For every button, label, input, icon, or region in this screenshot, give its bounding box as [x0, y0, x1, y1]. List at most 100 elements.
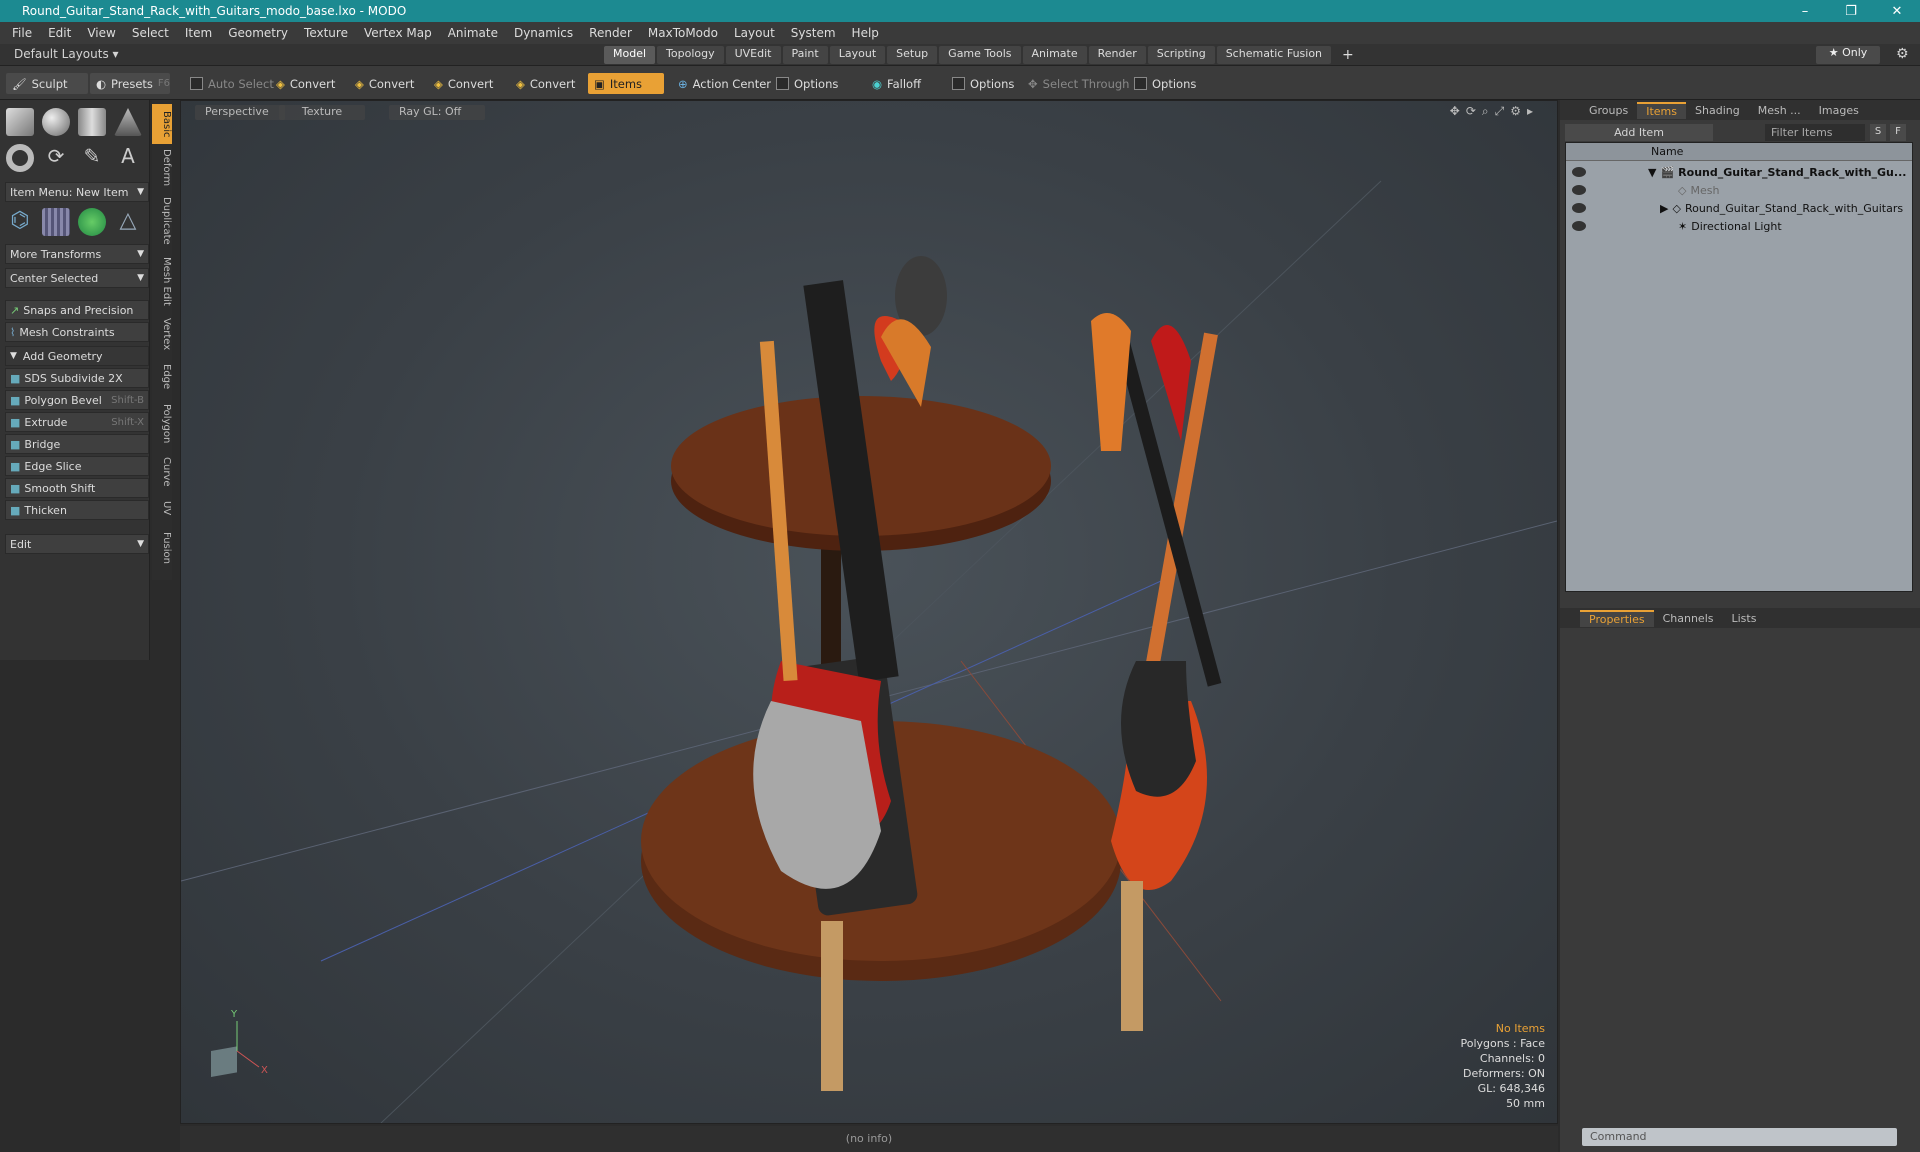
action-center-options-button[interactable]: Options: [770, 73, 844, 94]
tool-thicken[interactable]: ■ Thicken: [5, 500, 149, 520]
default-layouts-dropdown[interactable]: Default Layouts ▾: [14, 47, 119, 61]
cube-icon[interactable]: [6, 108, 34, 136]
expand-arrow-icon[interactable]: ▼: [1648, 166, 1656, 179]
capsule-icon[interactable]: ⟳: [42, 144, 70, 172]
eye-icon[interactable]: [1572, 203, 1586, 213]
tab-render[interactable]: Render: [1088, 46, 1146, 64]
tab-mesh[interactable]: Mesh ...: [1749, 103, 1810, 118]
menu-file[interactable]: File: [4, 26, 40, 40]
gear-icon[interactable]: ⚙: [1896, 46, 1909, 62]
pen-icon[interactable]: ✎: [78, 144, 106, 172]
mesh-constraints-button[interactable]: ⌇ Mesh Constraints: [5, 322, 149, 342]
add-item-dropdown[interactable]: Add Item: [1565, 124, 1713, 141]
menu-edit[interactable]: Edit: [40, 26, 79, 40]
list-item-guitar-rack[interactable]: ▶ ◇ Round_Guitar_Stand_Rack_with_Guitars: [1566, 199, 1912, 217]
tab-schematic-fusion[interactable]: Schematic Fusion: [1216, 46, 1332, 64]
items-mode-button[interactable]: ▣ Items: [588, 73, 664, 94]
vtab-edge[interactable]: Edge: [152, 360, 172, 394]
convert-items-button[interactable]: ◈ Convert: [510, 73, 581, 94]
sphere-icon[interactable]: [42, 108, 70, 136]
menu-dynamics[interactable]: Dynamics: [506, 26, 581, 40]
menu-geometry[interactable]: Geometry: [220, 26, 296, 40]
tab-uvedit[interactable]: UVEdit: [725, 46, 781, 64]
tab-animate[interactable]: Animate: [1022, 46, 1087, 64]
menu-help[interactable]: Help: [844, 26, 887, 40]
text-icon[interactable]: A: [114, 144, 142, 172]
tab-properties[interactable]: Properties: [1580, 609, 1654, 627]
menu-vertex-map[interactable]: Vertex Map: [356, 26, 440, 40]
menu-texture[interactable]: Texture: [296, 26, 356, 40]
list-item-mesh[interactable]: ◇ Mesh: [1566, 181, 1912, 199]
list-item-directional-light[interactable]: ✶ Directional Light: [1566, 217, 1912, 235]
filter-items-input[interactable]: Filter Items: [1765, 124, 1865, 141]
minimize-button[interactable]: –: [1782, 4, 1828, 19]
menu-select[interactable]: Select: [124, 26, 177, 40]
name-column-header[interactable]: Name: [1566, 143, 1912, 161]
filter-s-button[interactable]: S: [1870, 124, 1886, 141]
tab-items[interactable]: Items: [1637, 101, 1687, 119]
pyramid-icon[interactable]: △: [114, 208, 142, 236]
vtab-duplicate[interactable]: Duplicate: [152, 194, 172, 248]
vtab-uv[interactable]: UV: [152, 496, 172, 520]
tab-scripting[interactable]: Scripting: [1147, 46, 1215, 64]
list-item-scene[interactable]: ▼ 🎬 Round_Guitar_Stand_Rack_with_Gu...: [1566, 163, 1912, 181]
tab-lists[interactable]: Lists: [1723, 611, 1766, 626]
select-options-button[interactable]: Options: [1128, 73, 1202, 94]
vtab-mesh-edit[interactable]: Mesh Edit: [152, 254, 172, 308]
snaps-precision-button[interactable]: ↗ Snaps and Precision: [5, 300, 149, 320]
torus-icon[interactable]: [6, 144, 34, 172]
tool-smooth-shift[interactable]: ■ Smooth Shift: [5, 478, 149, 498]
tab-groups[interactable]: Groups: [1580, 103, 1637, 118]
tab-setup[interactable]: Setup: [887, 46, 938, 64]
action-center-button[interactable]: ⊕ Action Center: [672, 73, 777, 94]
center-selected-dropdown[interactable]: Center Selected ▼: [5, 268, 149, 288]
tool-sds-subdivide[interactable]: ■ SDS Subdivide 2X: [5, 368, 149, 388]
vtab-fusion[interactable]: Fusion: [152, 526, 172, 570]
auto-select-button[interactable]: Auto Select: [184, 73, 280, 94]
tab-paint[interactable]: Paint: [782, 46, 828, 64]
only-button[interactable]: ★ Only: [1816, 46, 1880, 64]
select-through-button[interactable]: ✥ Select Through: [1022, 73, 1135, 94]
menu-render[interactable]: Render: [581, 26, 640, 40]
tab-shading[interactable]: Shading: [1686, 103, 1749, 118]
vtab-basic[interactable]: Basic: [152, 104, 172, 144]
falloff-options-button[interactable]: Options: [946, 73, 1020, 94]
tab-channels[interactable]: Channels: [1654, 611, 1723, 626]
menu-view[interactable]: View: [79, 26, 123, 40]
globe-icon[interactable]: [78, 208, 106, 236]
grid-icon[interactable]: [42, 208, 70, 236]
menu-maxtomodo[interactable]: MaxToModo: [640, 26, 726, 40]
sculpt-button[interactable]: 🖌 Sculpt: [6, 73, 88, 94]
add-geometry-header[interactable]: ▼ Add Geometry: [5, 346, 149, 366]
tool-edge-slice[interactable]: ■ Edge Slice: [5, 456, 149, 476]
cone-icon[interactable]: [114, 108, 142, 136]
command-input[interactable]: Command: [1582, 1128, 1897, 1146]
vtab-curve[interactable]: Curve: [152, 454, 172, 490]
tab-images[interactable]: Images: [1810, 103, 1868, 118]
tab-topology[interactable]: Topology: [657, 46, 724, 64]
close-button[interactable]: ✕: [1874, 4, 1920, 19]
more-transforms-dropdown[interactable]: More Transforms ▼: [5, 244, 149, 264]
maximize-button[interactable]: ❐: [1828, 4, 1874, 19]
tab-layout[interactable]: Layout: [829, 46, 886, 64]
eye-icon[interactable]: [1572, 167, 1586, 177]
cylinder-icon[interactable]: [78, 108, 106, 136]
tool-extrude[interactable]: ■ Extrude Shift-X: [5, 412, 149, 432]
expand-arrow-icon[interactable]: ▶: [1660, 202, 1668, 215]
vtab-vertex[interactable]: Vertex: [152, 314, 172, 354]
eye-icon[interactable]: [1572, 185, 1586, 195]
menu-layout[interactable]: Layout: [726, 26, 783, 40]
3d-viewport[interactable]: Perspective Texture Ray GL: Off ✥⟳⌕⤢⚙▸ Y…: [180, 100, 1558, 1124]
transform-icon[interactable]: ⌬: [6, 208, 34, 236]
convert-edges-button[interactable]: ◈ Convert: [349, 73, 420, 94]
menu-item[interactable]: Item: [177, 26, 220, 40]
vtab-deform[interactable]: Deform: [152, 148, 172, 188]
menu-system[interactable]: System: [783, 26, 844, 40]
filter-f-button[interactable]: F: [1890, 124, 1906, 141]
item-menu-dropdown[interactable]: Item Menu: New Item ▼: [5, 182, 149, 202]
tool-polygon-bevel[interactable]: ■ Polygon Bevel Shift-B: [5, 390, 149, 410]
tab-game-tools[interactable]: Game Tools: [939, 46, 1021, 64]
vtab-polygon[interactable]: Polygon: [152, 400, 172, 448]
falloff-button[interactable]: ◉ Falloff: [866, 73, 927, 94]
add-tab-icon[interactable]: +: [1333, 46, 1363, 64]
